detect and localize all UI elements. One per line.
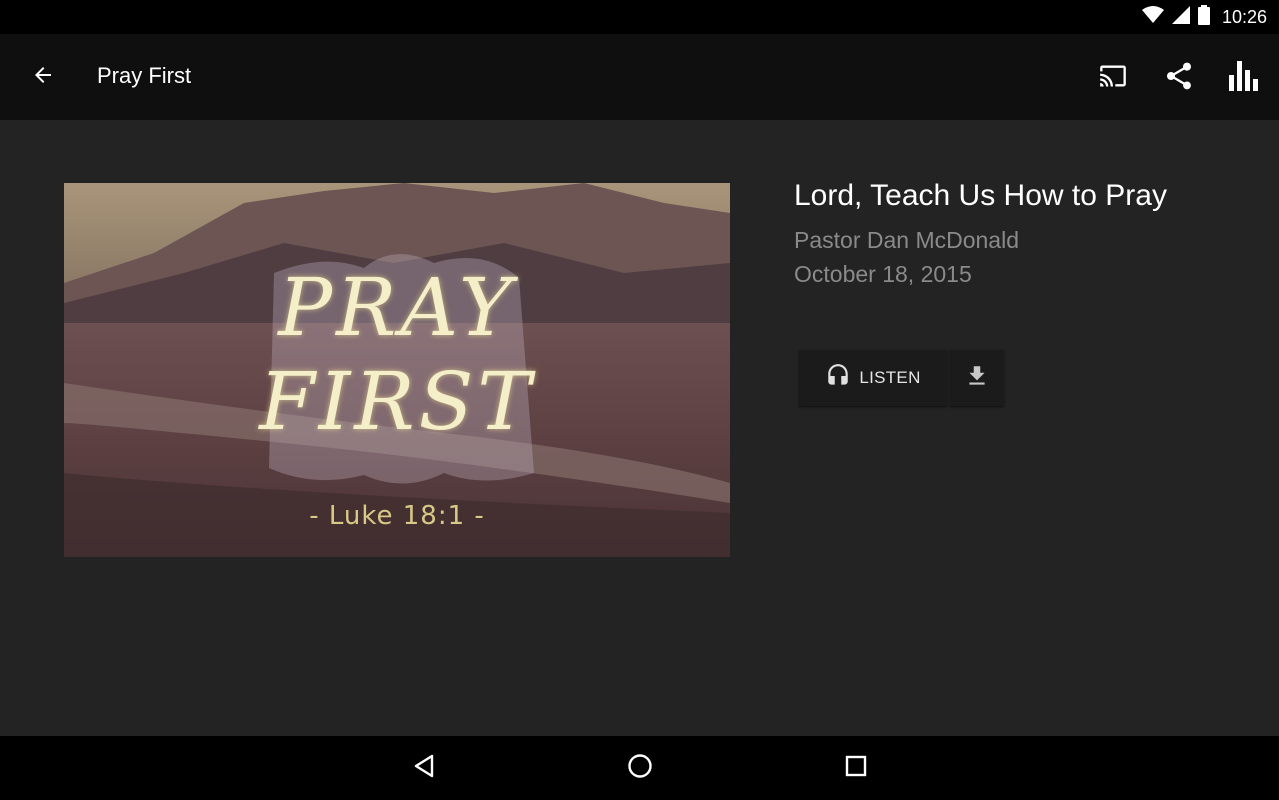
- listen-label: LISTEN: [859, 368, 921, 387]
- artwork-title-line1: PRAY: [278, 261, 516, 354]
- back-triangle-icon: [412, 753, 436, 784]
- stats-button[interactable]: [1223, 56, 1267, 100]
- sermon-title: Lord, Teach Us How to Pray: [794, 179, 1167, 212]
- status-icons: 10:26: [1141, 0, 1267, 34]
- status-time: 10:26: [1221, 6, 1267, 27]
- app-title: Pray First: [97, 63, 192, 88]
- sermon-speaker: Pastor Dan McDonald: [794, 227, 1019, 253]
- bar-chart-icon: [1229, 60, 1261, 96]
- sermon-info: Lord, Teach Us How to Pray Pastor Dan Mc…: [794, 178, 1254, 288]
- sermon-date: October 18, 2015: [794, 261, 972, 287]
- back-button[interactable]: [22, 56, 64, 98]
- nav-recents-button[interactable]: [838, 750, 874, 786]
- share-icon: [1163, 60, 1195, 97]
- share-button[interactable]: [1157, 56, 1201, 100]
- headphones-icon: [825, 363, 851, 394]
- back-arrow-icon: [31, 63, 55, 92]
- artwork-reference: - Luke 18:1 -: [309, 501, 485, 531]
- cast-button[interactable]: [1091, 56, 1135, 100]
- recents-square-icon: [844, 754, 868, 783]
- wifi-icon: [1141, 5, 1164, 29]
- app-bar: Pray First: [0, 34, 1279, 120]
- listen-button[interactable]: LISTEN: [799, 350, 947, 406]
- artwork-title-line2: FIRST: [259, 355, 535, 448]
- battery-icon: [1197, 4, 1210, 30]
- media-actions: LISTEN: [799, 350, 1004, 406]
- home-circle-icon: [627, 753, 653, 784]
- cast-icon: [1097, 62, 1129, 95]
- status-bar: 10:26: [0, 0, 1279, 34]
- nav-back-button[interactable]: [406, 750, 442, 786]
- system-nav-bar: [0, 736, 1279, 800]
- download-icon: [964, 363, 990, 394]
- sermon-detail: PRAY FIRST - Luke 18:1 - Lord, Teach Us …: [0, 120, 1279, 736]
- download-button[interactable]: [950, 350, 1004, 406]
- cell-signal-icon: [1171, 5, 1190, 29]
- nav-home-button[interactable]: [622, 750, 658, 786]
- sermon-artwork: PRAY FIRST - Luke 18:1 -: [64, 183, 730, 557]
- app-actions: [1091, 56, 1267, 100]
